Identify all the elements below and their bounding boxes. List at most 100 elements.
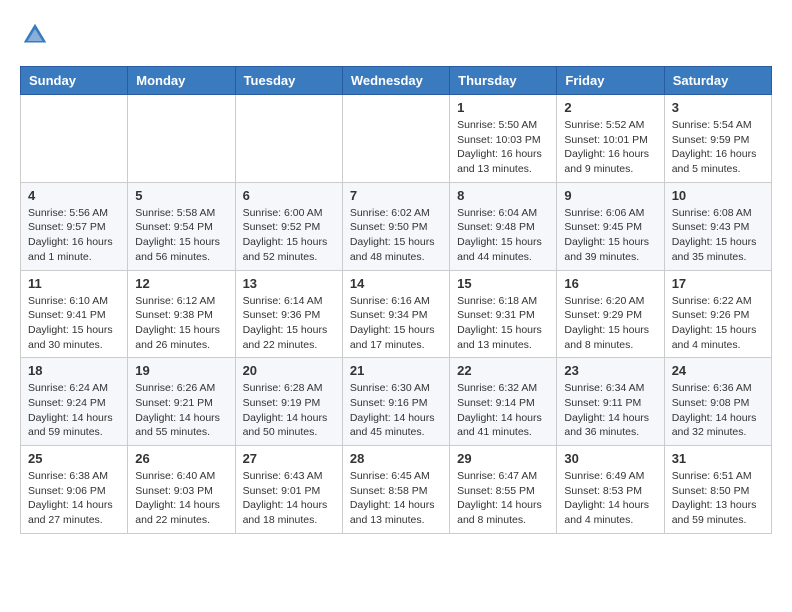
calendar-cell: 21 Sunrise: 6:30 AM Sunset: 9:16 PM Dayli… (342, 358, 449, 446)
logo (20, 20, 54, 50)
day-info: Sunrise: 5:54 AM Sunset: 9:59 PM Dayligh… (672, 118, 764, 177)
day-info: Sunrise: 6:06 AM Sunset: 9:45 PM Dayligh… (564, 206, 656, 265)
calendar-cell: 20 Sunrise: 6:28 AM Sunset: 9:19 PM Dayli… (235, 358, 342, 446)
day-number: 29 (457, 451, 549, 466)
day-number: 12 (135, 276, 227, 291)
calendar-week-row: 11 Sunrise: 6:10 AM Sunset: 9:41 PM Dayli… (21, 270, 772, 358)
day-info: Sunrise: 6:47 AM Sunset: 8:55 PM Dayligh… (457, 469, 549, 528)
day-info: Sunrise: 6:38 AM Sunset: 9:06 PM Dayligh… (28, 469, 120, 528)
day-number: 17 (672, 276, 764, 291)
day-number: 19 (135, 363, 227, 378)
day-number: 28 (350, 451, 442, 466)
day-info: Sunrise: 6:45 AM Sunset: 8:58 PM Dayligh… (350, 469, 442, 528)
calendar-cell: 19 Sunrise: 6:26 AM Sunset: 9:21 PM Dayli… (128, 358, 235, 446)
calendar-cell: 27Sunrise: 6:43 AM Sunset: 9:01 PM Dayli… (235, 446, 342, 534)
calendar-cell: 2 Sunrise: 5:52 AM Sunset: 10:01 PM Dayli… (557, 95, 664, 183)
calendar-cell: 23 Sunrise: 6:34 AM Sunset: 9:11 PM Dayli… (557, 358, 664, 446)
calendar-header-sunday: Sunday (21, 67, 128, 95)
calendar-cell: 25 Sunrise: 6:38 AM Sunset: 9:06 PM Dayli… (21, 446, 128, 534)
calendar-cell: 28 Sunrise: 6:45 AM Sunset: 8:58 PM Dayli… (342, 446, 449, 534)
calendar-cell: 8 Sunrise: 6:04 AM Sunset: 9:48 PM Daylig… (450, 182, 557, 270)
day-number: 20 (243, 363, 335, 378)
day-info: Sunrise: 6:20 AM Sunset: 9:29 PM Dayligh… (564, 294, 656, 353)
day-number: 2 (564, 100, 656, 115)
day-info: Sunrise: 6:30 AM Sunset: 9:16 PM Dayligh… (350, 381, 442, 440)
day-info: Sunrise: 6:02 AM Sunset: 9:50 PM Dayligh… (350, 206, 442, 265)
day-info: Sunrise: 6:12 AM Sunset: 9:38 PM Dayligh… (135, 294, 227, 353)
day-info: Sunrise: 6:51 AM Sunset: 8:50 PM Dayligh… (672, 469, 764, 528)
day-number: 18 (28, 363, 120, 378)
calendar-header-saturday: Saturday (664, 67, 771, 95)
calendar-header-friday: Friday (557, 67, 664, 95)
day-number: 24 (672, 363, 764, 378)
day-number: 8 (457, 188, 549, 203)
page-header (20, 20, 772, 50)
day-number: 5 (135, 188, 227, 203)
calendar-table: SundayMondayTuesdayWednesdayThursdayFrid… (20, 66, 772, 534)
day-info: Sunrise: 6:14 AM Sunset: 9:36 PM Dayligh… (243, 294, 335, 353)
day-info: Sunrise: 6:22 AM Sunset: 9:26 PM Dayligh… (672, 294, 764, 353)
calendar-week-row: 25 Sunrise: 6:38 AM Sunset: 9:06 PM Dayli… (21, 446, 772, 534)
calendar-header-tuesday: Tuesday (235, 67, 342, 95)
day-info: Sunrise: 5:56 AM Sunset: 9:57 PM Dayligh… (28, 206, 120, 265)
day-info: Sunrise: 6:10 AM Sunset: 9:41 PM Dayligh… (28, 294, 120, 353)
day-info: Sunrise: 5:50 AM Sunset: 10:03 PM Daylig… (457, 118, 549, 177)
calendar-cell (235, 95, 342, 183)
day-info: Sunrise: 5:52 AM Sunset: 10:01 PM Daylig… (564, 118, 656, 177)
day-number: 27 (243, 451, 335, 466)
day-number: 14 (350, 276, 442, 291)
day-number: 3 (672, 100, 764, 115)
calendar-cell: 15Sunrise: 6:18 AM Sunset: 9:31 PM Dayli… (450, 270, 557, 358)
day-info: Sunrise: 6:34 AM Sunset: 9:11 PM Dayligh… (564, 381, 656, 440)
day-info: Sunrise: 6:08 AM Sunset: 9:43 PM Dayligh… (672, 206, 764, 265)
calendar-cell: 5 Sunrise: 5:58 AM Sunset: 9:54 PM Daylig… (128, 182, 235, 270)
calendar-cell: 29 Sunrise: 6:47 AM Sunset: 8:55 PM Dayli… (450, 446, 557, 534)
day-info: Sunrise: 5:58 AM Sunset: 9:54 PM Dayligh… (135, 206, 227, 265)
calendar-cell: 4 Sunrise: 5:56 AM Sunset: 9:57 PM Daylig… (21, 182, 128, 270)
calendar-week-row: 4 Sunrise: 5:56 AM Sunset: 9:57 PM Daylig… (21, 182, 772, 270)
day-info: Sunrise: 6:26 AM Sunset: 9:21 PM Dayligh… (135, 381, 227, 440)
calendar-cell: 9 Sunrise: 6:06 AM Sunset: 9:45 PM Daylig… (557, 182, 664, 270)
day-number: 13 (243, 276, 335, 291)
day-number: 4 (28, 188, 120, 203)
day-info: Sunrise: 6:49 AM Sunset: 8:53 PM Dayligh… (564, 469, 656, 528)
day-info: Sunrise: 6:40 AM Sunset: 9:03 PM Dayligh… (135, 469, 227, 528)
day-number: 6 (243, 188, 335, 203)
day-number: 9 (564, 188, 656, 203)
day-number: 10 (672, 188, 764, 203)
day-number: 25 (28, 451, 120, 466)
calendar-header-row: SundayMondayTuesdayWednesdayThursdayFrid… (21, 67, 772, 95)
calendar-cell: 14 Sunrise: 6:16 AM Sunset: 9:34 PM Dayli… (342, 270, 449, 358)
calendar-cell: 30 Sunrise: 6:49 AM Sunset: 8:53 PM Dayli… (557, 446, 664, 534)
calendar-header-thursday: Thursday (450, 67, 557, 95)
day-number: 22 (457, 363, 549, 378)
calendar-header-wednesday: Wednesday (342, 67, 449, 95)
calendar-cell: 22 Sunrise: 6:32 AM Sunset: 9:14 PM Dayli… (450, 358, 557, 446)
calendar-cell: 7 Sunrise: 6:02 AM Sunset: 9:50 PM Daylig… (342, 182, 449, 270)
day-number: 30 (564, 451, 656, 466)
day-number: 21 (350, 363, 442, 378)
day-info: Sunrise: 6:28 AM Sunset: 9:19 PM Dayligh… (243, 381, 335, 440)
day-info: Sunrise: 6:00 AM Sunset: 9:52 PM Dayligh… (243, 206, 335, 265)
calendar-cell: 6 Sunrise: 6:00 AM Sunset: 9:52 PM Daylig… (235, 182, 342, 270)
day-info: Sunrise: 6:24 AM Sunset: 9:24 PM Dayligh… (28, 381, 120, 440)
calendar-week-row: 1 Sunrise: 5:50 AM Sunset: 10:03 PM Dayli… (21, 95, 772, 183)
day-number: 31 (672, 451, 764, 466)
calendar-cell: 17 Sunrise: 6:22 AM Sunset: 9:26 PM Dayli… (664, 270, 771, 358)
day-info: Sunrise: 6:32 AM Sunset: 9:14 PM Dayligh… (457, 381, 549, 440)
day-number: 11 (28, 276, 120, 291)
day-info: Sunrise: 6:36 AM Sunset: 9:08 PM Dayligh… (672, 381, 764, 440)
day-number: 7 (350, 188, 442, 203)
day-number: 26 (135, 451, 227, 466)
calendar-cell: 13 Sunrise: 6:14 AM Sunset: 9:36 PM Dayli… (235, 270, 342, 358)
calendar-cell: 12 Sunrise: 6:12 AM Sunset: 9:38 PM Dayli… (128, 270, 235, 358)
day-info: Sunrise: 6:04 AM Sunset: 9:48 PM Dayligh… (457, 206, 549, 265)
day-info: Sunrise: 6:16 AM Sunset: 9:34 PM Dayligh… (350, 294, 442, 353)
calendar-cell: 16Sunrise: 6:20 AM Sunset: 9:29 PM Dayli… (557, 270, 664, 358)
calendar-cell (128, 95, 235, 183)
day-number: 15 (457, 276, 549, 291)
day-number: 1 (457, 100, 549, 115)
calendar-cell (21, 95, 128, 183)
calendar-cell (342, 95, 449, 183)
day-number: 23 (564, 363, 656, 378)
